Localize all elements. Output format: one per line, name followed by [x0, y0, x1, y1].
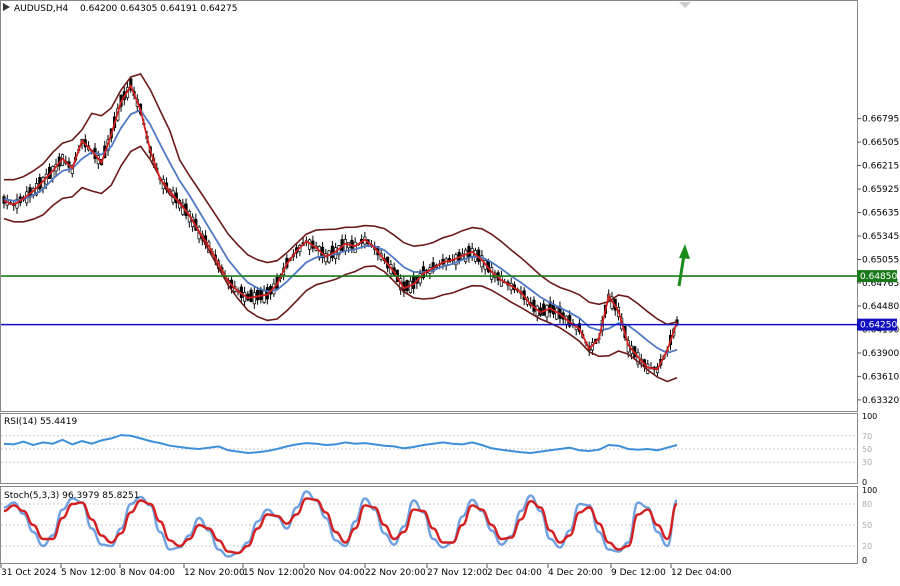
time-axis-label: 31 Oct 2024 [1, 568, 57, 578]
rsi-axis-label: 50 [862, 445, 872, 454]
stoch-axis-label: 0 [862, 556, 867, 565]
candle-body [464, 249, 468, 263]
price-axis-label: 0.66505 [862, 138, 899, 148]
rsi-axis-label: 70 [862, 432, 872, 441]
stoch-axis-label: 20 [862, 542, 872, 551]
candle-body [252, 292, 256, 305]
price-axis-label: 0.65635 [862, 209, 899, 219]
candle-body [259, 288, 263, 301]
price-tag-label: 0.64250 [860, 321, 897, 331]
candle-body [249, 289, 253, 303]
symbol-label: AUDUSD,H4 [14, 4, 69, 14]
chart-window[interactable]: AUDUSD,H4 0.64200 0.64305 0.64191 0.6427… [0, 0, 900, 583]
price-axis-label: 0.63900 [862, 349, 899, 359]
stoch-axis: 100 80 50 20 0 [862, 486, 877, 565]
candle-body [330, 245, 334, 259]
price-axis-label: 0.66795 [862, 115, 899, 125]
stoch-axis-label: 50 [862, 521, 872, 530]
candle-body [408, 280, 412, 293]
time-axis: 31 Oct 2024 5 Nov 12:00 8 Nov 04:00 12 Nov … [0, 564, 732, 578]
bollinger-lower-band [3, 145, 678, 383]
time-axis-label: 22 Nov 20:00 [365, 568, 426, 578]
up-arrow-annotation [677, 244, 690, 287]
time-axis-label: 8 Nov 04:00 [120, 568, 175, 578]
price-axis: 0.66795 0.66505 0.66215 0.65925 0.65635 0.653… [857, 115, 899, 406]
candle-body [467, 246, 471, 258]
stoch-main-line [3, 490, 679, 558]
price-axis-label: 0.63610 [862, 372, 899, 382]
time-axis-label: 27 Nov 12:00 [427, 568, 488, 578]
candle-body [256, 289, 260, 301]
bollinger-upper-band [4, 73, 678, 326]
time-axis-label: 5 Nov 12:00 [61, 568, 116, 578]
time-axis-label: 12 Nov 20:00 [184, 568, 245, 578]
main-panel-frame [0, 0, 858, 412]
price-axis-label: 0.65345 [862, 232, 899, 242]
stoch-axis-label: 100 [862, 486, 877, 495]
price-tag-label: 0.64850 [860, 272, 897, 282]
chart-canvas[interactable]: AUDUSD,H4 0.64200 0.64305 0.64191 0.6427… [0, 0, 900, 583]
time-axis-label: 9 Dec 12:00 [611, 568, 666, 578]
rsi-label: RSI(14) 55.4419 [4, 417, 77, 427]
time-axis-label: 20 Nov 04:00 [304, 568, 365, 578]
candle-body [542, 303, 546, 316]
price-axis-label: 0.65925 [862, 185, 899, 195]
stoch-axis-label: 80 [862, 500, 872, 509]
stoch-label: Stoch(5,3,3) 96.3979 85.8251 [4, 491, 139, 501]
candle-body [545, 305, 549, 318]
time-axis-label: 4 Dec 20:00 [548, 568, 603, 578]
candle-body [327, 250, 331, 263]
level-price-tags: 0.64850 0.64250 [857, 270, 897, 331]
rsi-panel [1, 434, 857, 463]
rsi-line [3, 434, 678, 455]
time-axis-label: 2 Dec 04:00 [487, 568, 542, 578]
ohlc-values: 0.64200 0.64305 0.64191 0.64275 [80, 4, 237, 14]
one-click-trading-icon[interactable] [679, 2, 691, 8]
rsi-axis-label: 30 [862, 458, 872, 467]
symbol-marker-icon [3, 3, 10, 11]
time-axis-label: 12 Dec 04:00 [671, 568, 732, 578]
candle-body [262, 290, 266, 303]
horizontal-levels [1, 275, 857, 326]
rsi-axis-label: 100 [862, 412, 877, 421]
price-axis-label: 0.64480 [862, 302, 899, 312]
time-axis-label: 15 Nov 12:00 [243, 568, 304, 578]
candle-body [353, 241, 357, 253]
price-axis-label: 0.66215 [862, 162, 899, 172]
price-axis-label: 0.65055 [862, 255, 899, 265]
rsi-axis: 1007050300 [862, 412, 877, 487]
price-axis-label: 0.63320 [862, 396, 899, 406]
stochastic-panel [1, 490, 857, 558]
